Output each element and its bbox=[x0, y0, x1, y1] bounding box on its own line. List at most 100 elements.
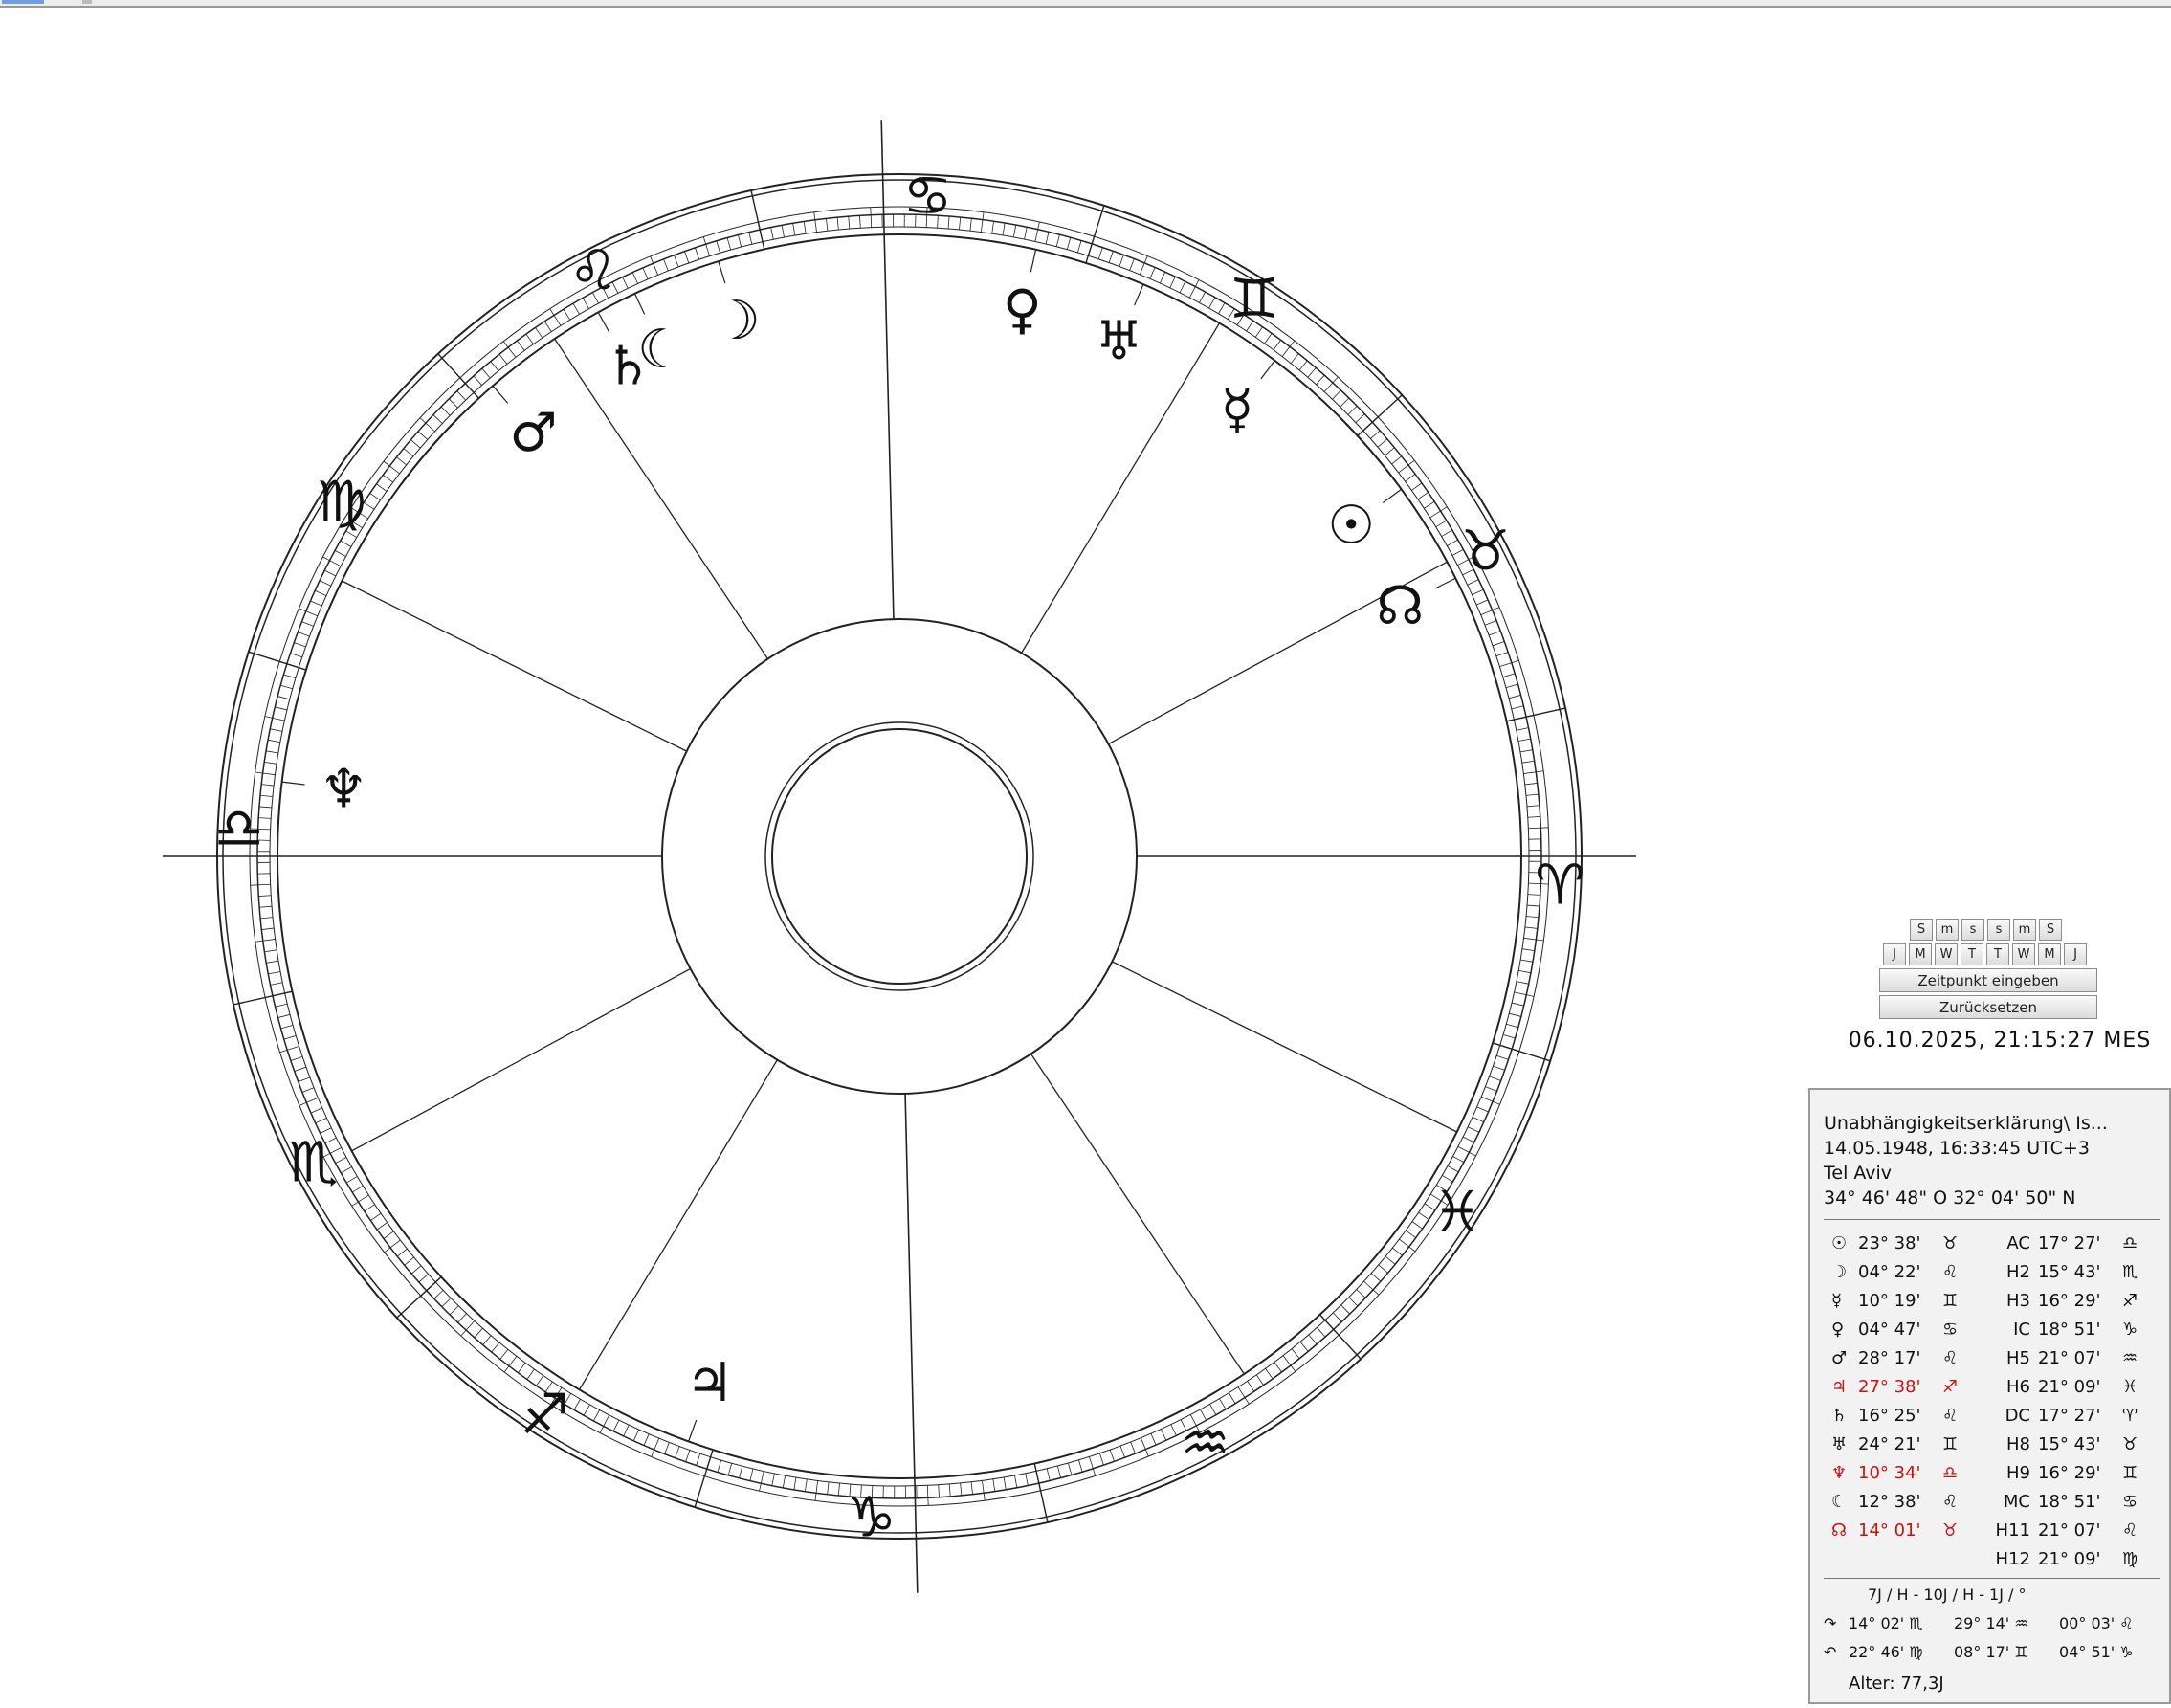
degree-tick bbox=[938, 1484, 940, 1497]
degree-tick bbox=[290, 653, 302, 658]
house-position: 21° 07' bbox=[2038, 1520, 2101, 1541]
reset-button[interactable]: Zurücksetzen bbox=[1879, 995, 2097, 1019]
step-large-3-button[interactable]: T bbox=[1961, 943, 1983, 965]
degree-tick bbox=[315, 589, 327, 597]
degree-tick bbox=[960, 1482, 963, 1496]
progression-c2: 08° 17' ♊ bbox=[1954, 1643, 2028, 1661]
uranus-marker bbox=[1134, 283, 1144, 306]
degree-tick bbox=[290, 1055, 303, 1061]
step-small-2-button[interactable]: s bbox=[1961, 919, 1984, 941]
venus-marker bbox=[1030, 249, 1037, 273]
birth-datetime: 14.05.1948, 16:33:45 UTC+3 bbox=[1824, 1138, 2090, 1159]
degree-tick bbox=[383, 1231, 394, 1239]
step-large-4-button[interactable]: T bbox=[1986, 943, 2009, 965]
degree-tick bbox=[535, 327, 543, 339]
sun-marker bbox=[1382, 488, 1403, 503]
step-large-1-button[interactable]: M bbox=[1909, 943, 1932, 965]
degree-tick bbox=[716, 240, 720, 254]
step-large-7-button[interactable]: J bbox=[2064, 943, 2087, 965]
degree-tick bbox=[283, 674, 297, 679]
planet-sign: ♌︎ bbox=[1942, 1262, 1959, 1282]
step-small-1-button[interactable]: m bbox=[1936, 919, 1959, 941]
degree-tick bbox=[803, 221, 807, 234]
degree-tick bbox=[1480, 1096, 1500, 1105]
divider bbox=[1824, 1219, 2160, 1220]
degree-tick bbox=[294, 1066, 307, 1072]
degree-tick bbox=[1340, 1304, 1351, 1315]
degree-tick bbox=[792, 223, 796, 236]
degree-tick bbox=[1519, 749, 1533, 753]
degree-tick bbox=[696, 1453, 701, 1466]
gemini-sign-glyph: ♊︎ bbox=[1229, 266, 1279, 331]
moon-glyph: ☽︎ bbox=[713, 290, 761, 352]
progression-c1: 14° 02' ♏ bbox=[1849, 1614, 1923, 1632]
libra-sign-glyph: ♎︎ bbox=[214, 795, 264, 860]
degree-tick bbox=[340, 540, 352, 547]
degree-tick bbox=[1505, 683, 1518, 688]
step-large-2-button[interactable]: W bbox=[1935, 943, 1958, 965]
degree-tick bbox=[1370, 430, 1381, 439]
degree-tick bbox=[1521, 948, 1535, 951]
house-label: H2 bbox=[2006, 1262, 2030, 1282]
planet-position: 24° 21' bbox=[1858, 1434, 1921, 1454]
house-sign: ♌︎ bbox=[2122, 1520, 2138, 1541]
degree-tick bbox=[1447, 1165, 1459, 1173]
degree-tick bbox=[264, 762, 277, 765]
step-small-4-button[interactable]: m bbox=[2013, 919, 2036, 941]
planet-symbol: ☊︎ bbox=[1831, 1520, 1847, 1541]
house-position: 21° 07' bbox=[2038, 1348, 2101, 1368]
degree-tick bbox=[991, 221, 994, 234]
degree-tick bbox=[980, 211, 985, 233]
degree-tick bbox=[456, 390, 466, 401]
planet-sign: ♎︎ bbox=[1942, 1463, 1959, 1483]
progression-c2: 29° 14' ♒ bbox=[1954, 1614, 2028, 1632]
step-small-0-button[interactable]: S bbox=[1910, 919, 1933, 941]
degree-tick bbox=[1418, 1211, 1429, 1220]
degree-tick bbox=[1385, 1255, 1396, 1265]
step-large-6-button[interactable]: M bbox=[2038, 943, 2061, 965]
degree-tick bbox=[572, 302, 580, 315]
degree-tick bbox=[599, 1414, 610, 1433]
degree-tick bbox=[1363, 1280, 1380, 1296]
degree-tick bbox=[260, 917, 274, 920]
degree-tick bbox=[1076, 240, 1082, 254]
degree-tick bbox=[1435, 520, 1448, 528]
degree-tick bbox=[1417, 492, 1429, 500]
degree-tick bbox=[1119, 255, 1124, 267]
degree-tick bbox=[612, 1419, 620, 1431]
planet-symbol: ♅︎ bbox=[1831, 1434, 1848, 1454]
house-label: IC bbox=[2013, 1320, 2030, 1340]
degree-tick bbox=[301, 621, 314, 627]
degree-tick bbox=[1476, 1106, 1489, 1113]
degree-tick bbox=[418, 1274, 429, 1283]
degree-tick bbox=[258, 895, 272, 897]
house-label: H5 bbox=[2006, 1348, 2030, 1368]
step-large-0-button[interactable]: J bbox=[1883, 943, 1906, 965]
house-cusp-6 bbox=[1112, 961, 1458, 1133]
sagittarius-sign-glyph: ♐︎ bbox=[520, 1382, 569, 1447]
degree-tick bbox=[1109, 1449, 1115, 1462]
step-small-5-button[interactable]: S bbox=[2039, 919, 2062, 941]
degree-tick bbox=[1170, 1424, 1177, 1436]
degree-tick bbox=[1521, 760, 1535, 764]
degree-tick bbox=[410, 439, 421, 449]
degree-tick bbox=[1392, 1247, 1403, 1256]
degree-tick bbox=[583, 1404, 590, 1416]
planet-symbol: ☽︎ bbox=[1831, 1262, 1848, 1282]
neptune-marker bbox=[281, 781, 305, 786]
enter-time-button[interactable]: Zeitpunkt eingeben bbox=[1879, 968, 2097, 992]
degree-tick bbox=[294, 642, 306, 648]
house-sign: ♎︎ bbox=[2122, 1233, 2138, 1253]
house-position: 21° 09' bbox=[2038, 1549, 2101, 1569]
degree-tick bbox=[781, 225, 785, 238]
virgo-sign-glyph: ♍︎ bbox=[317, 469, 366, 534]
degree-tick bbox=[642, 267, 649, 279]
planet-symbol: ♄︎ bbox=[1831, 1406, 1848, 1426]
progression-sym: ↷ bbox=[1824, 1614, 1837, 1632]
planet-position: 10° 34' bbox=[1858, 1463, 1921, 1483]
house-position: 16° 29' bbox=[2038, 1291, 2101, 1311]
uranus-glyph: ♅︎ bbox=[1095, 310, 1142, 372]
step-large-5-button[interactable]: W bbox=[2012, 943, 2035, 965]
house-sign: ♉︎ bbox=[2122, 1434, 2138, 1454]
step-small-3-button[interactable]: s bbox=[1987, 919, 2010, 941]
